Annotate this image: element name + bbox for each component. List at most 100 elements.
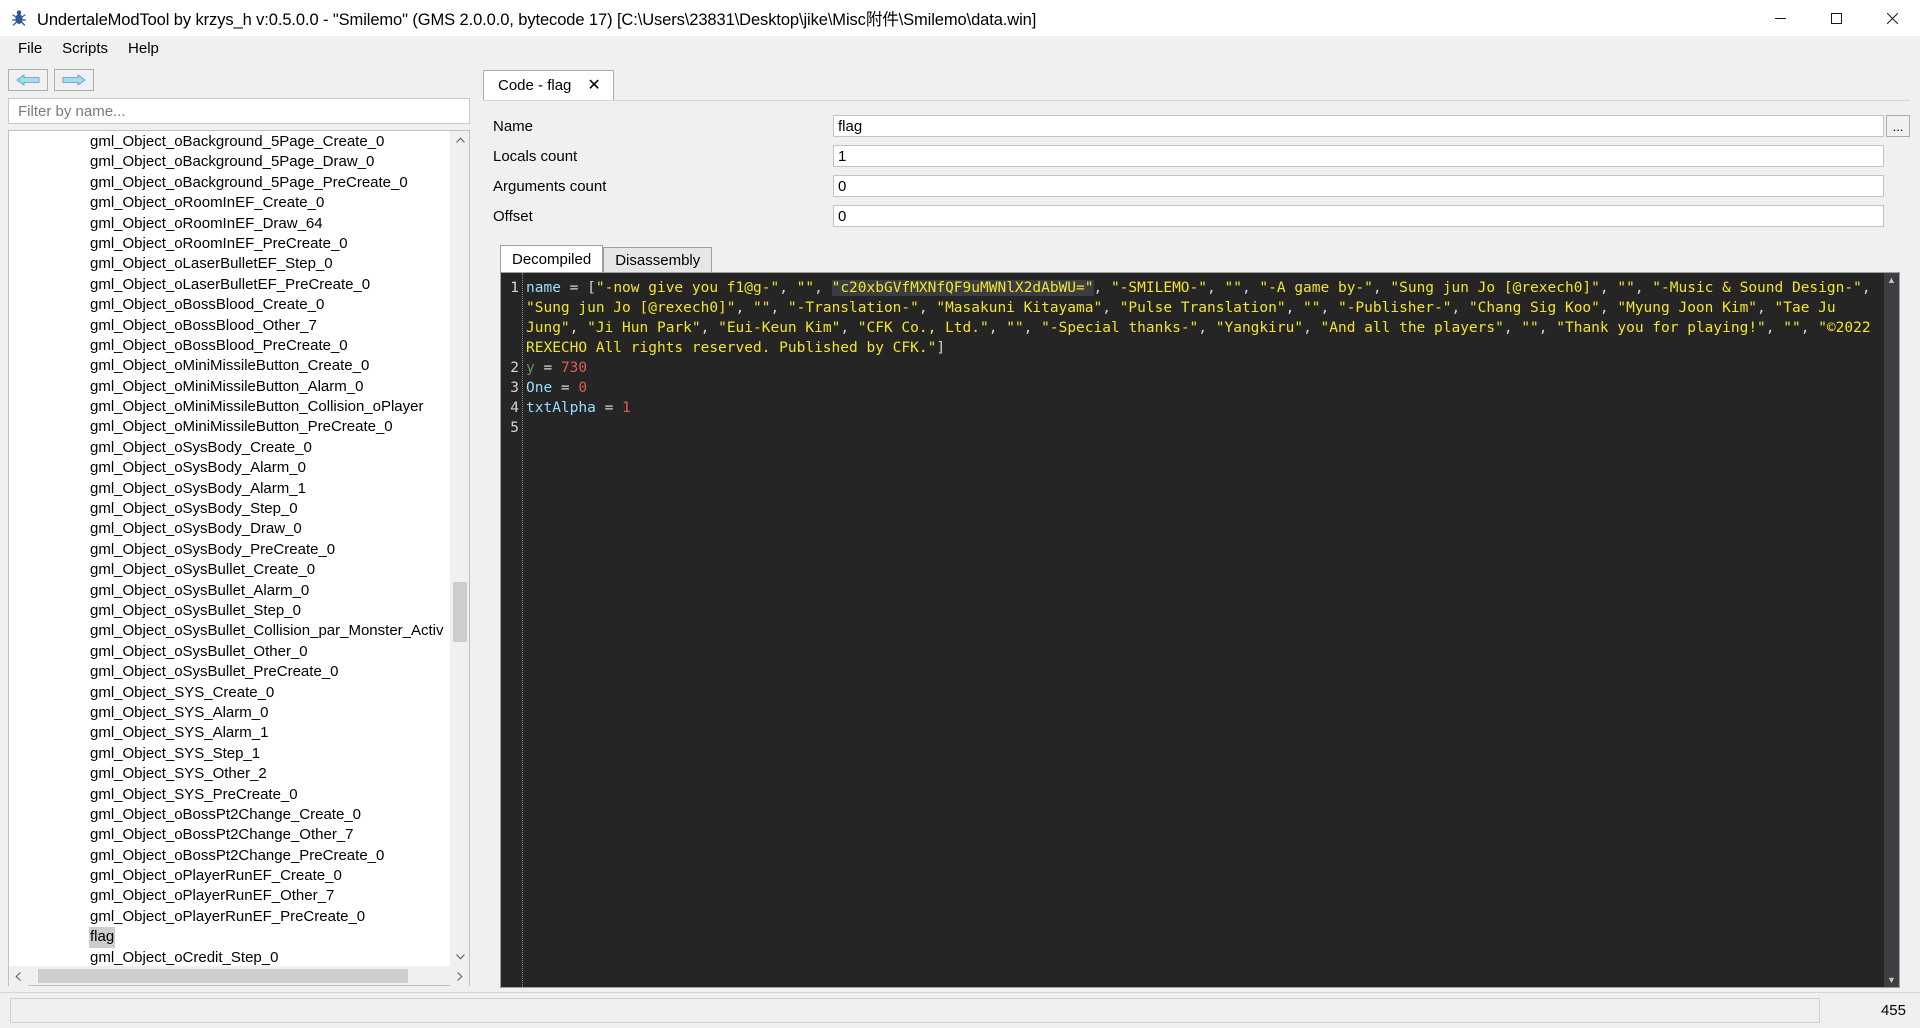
forward-button[interactable] xyxy=(54,69,94,91)
maximize-button[interactable] xyxy=(1808,0,1864,36)
document-tab-code-flag[interactable]: Code - flag ✕ xyxy=(483,70,614,100)
list-item[interactable]: gml_Object_oMiniMissileButton_Alarm_0 xyxy=(9,377,450,397)
list-item-label: gml_Object_oCredit_Step_0 xyxy=(90,948,279,966)
list-item[interactable]: gml_Object_oBossPt2Change_Create_0 xyxy=(9,805,450,825)
list-item-label: gml_Object_oBackground_5Page_Draw_0 xyxy=(90,153,375,171)
list-item[interactable]: gml_Object_oSysBody_PreCreate_0 xyxy=(9,540,450,560)
menu-scripts[interactable]: Scripts xyxy=(52,37,118,61)
close-button[interactable] xyxy=(1864,0,1920,36)
scroll-right-icon[interactable] xyxy=(450,967,469,986)
list-item[interactable]: gml_Object_oLaserBulletEF_PreCreate_0 xyxy=(9,275,450,295)
list-item[interactable]: gml_Object_oPlayerRunEF_Other_7 xyxy=(9,886,450,906)
scroll-down-icon[interactable] xyxy=(451,947,469,966)
vertical-scroll-thumb[interactable] xyxy=(453,582,467,642)
list-item[interactable]: gml_Object_oSysBody_Draw_0 xyxy=(9,519,450,539)
window-controls xyxy=(1752,0,1920,36)
list-item[interactable]: gml_Object_SYS_Alarm_1 xyxy=(9,723,450,743)
resource-list: gml_Object_oBackground_5Page_Create_0 gml… xyxy=(8,130,470,986)
form-input-name[interactable]: flag xyxy=(833,115,1884,137)
list-item[interactable]: gml_Object_SYS_PreCreate_0 xyxy=(9,785,450,805)
list-item[interactable]: gml_Object_oBackground_5Page_Create_0 xyxy=(9,132,450,152)
browse-button[interactable]: ... xyxy=(1886,115,1910,137)
code-token: y xyxy=(526,360,535,376)
list-item[interactable]: gml_Object_oBossPt2Change_Other_7 xyxy=(9,825,450,845)
filter-by-name-input[interactable] xyxy=(16,101,462,121)
list-item[interactable]: gml_Object_oMiniMissileButton_Create_0 xyxy=(9,356,450,376)
form-label: Offset xyxy=(493,207,533,225)
back-button[interactable] xyxy=(8,69,48,91)
list-item[interactable]: gml_Object_oSysBody_Create_0 xyxy=(9,438,450,458)
list-item[interactable]: gml_Object_oSysBody_Alarm_0 xyxy=(9,458,450,478)
code-token: , xyxy=(918,300,937,316)
code-scroll-up-icon[interactable]: ▲ xyxy=(1884,273,1899,287)
list-item[interactable]: gml_Object_oRoomInEF_PreCreate_0 xyxy=(9,234,450,254)
list-item[interactable]: gml_Object_oSysBullet_PreCreate_0 xyxy=(9,662,450,682)
list-item[interactable]: gml_Object_oBossBlood_PreCreate_0 xyxy=(9,336,450,356)
code-token: , xyxy=(1023,320,1042,336)
code-token: "Yangkiru" xyxy=(1215,320,1304,336)
close-icon[interactable]: ✕ xyxy=(585,77,602,93)
list-item[interactable]: gml_Object_SYS_Step_1 xyxy=(9,744,450,764)
minimize-button[interactable] xyxy=(1752,0,1808,36)
code-vertical-scrollbar[interactable]: ▲ ▼ xyxy=(1884,273,1899,987)
menu-help[interactable]: Help xyxy=(118,37,169,61)
list-item[interactable]: gml_Object_oSysBody_Step_0 xyxy=(9,499,450,519)
code-token: , xyxy=(1285,300,1304,316)
list-item-label: gml_Object_oBossPt2Change_Create_0 xyxy=(90,805,362,823)
form-input-offset[interactable]: 0 xyxy=(833,205,1884,227)
list-item-label: gml_Object_oPlayerRunEF_Create_0 xyxy=(90,867,342,885)
document-tab-strip: Code - flag ✕ xyxy=(483,68,1910,100)
list-item[interactable]: gml_Object_oPlayerRunEF_PreCreate_0 xyxy=(9,907,450,927)
list-item[interactable]: gml_Object_oBossBlood_Create_0 xyxy=(9,295,450,315)
code-token: , xyxy=(1451,300,1469,316)
resource-list-vertical-scrollbar[interactable] xyxy=(450,131,469,966)
resource-list-horizontal-scrollbar[interactable] xyxy=(9,966,469,986)
list-item[interactable]: gml_Object_SYS_Other_2 xyxy=(9,764,450,784)
code-token: , xyxy=(1503,320,1522,336)
list-item[interactable]: gml_Object_oSysBullet_Create_0 xyxy=(9,560,450,580)
list-item[interactable]: gml_Object_oBossPt2Change_PreCreate_0 xyxy=(9,846,450,866)
tab-disassembly[interactable]: Disassembly xyxy=(603,247,713,272)
list-item[interactable]: gml_Object_oBackground_5Page_PreCreate_0 xyxy=(9,173,450,193)
list-item-label: gml_Object_oLaserBulletEF_PreCreate_0 xyxy=(90,275,371,293)
list-item[interactable]: gml_Object_SYS_Alarm_0 xyxy=(9,703,450,723)
list-item[interactable]: gml_Object_oSysBody_Alarm_1 xyxy=(9,479,450,499)
scroll-left-icon[interactable] xyxy=(9,967,28,986)
list-item[interactable]: gml_Object_oLaserBulletEF_Step_0 xyxy=(9,254,450,274)
code-token: , xyxy=(1599,280,1618,296)
menu-file[interactable]: File xyxy=(8,37,52,61)
form-input-locals-count[interactable]: 1 xyxy=(833,145,1884,167)
list-item[interactable]: flag xyxy=(9,927,450,948)
code-token: , xyxy=(770,300,788,316)
code-token: , xyxy=(1800,320,1819,336)
list-item[interactable]: gml_Object_oSysBullet_Alarm_0 xyxy=(9,581,450,601)
list-item[interactable]: gml_Object_oRoomInEF_Create_0 xyxy=(9,193,450,213)
code-scroll-down-icon[interactable]: ▼ xyxy=(1884,973,1899,987)
list-item[interactable]: gml_Object_oSysBullet_Other_0 xyxy=(9,642,450,662)
list-item[interactable]: gml_Object_oMiniMissileButton_Collision_… xyxy=(9,397,450,417)
list-item-label: gml_Object_oMiniMissileButton_Create_0 xyxy=(90,357,370,375)
tab-decompiled[interactable]: Decompiled xyxy=(500,245,604,272)
horizontal-scroll-thumb[interactable] xyxy=(38,969,408,983)
source-code-text[interactable]: name = ["-now give you f1@g-", "", "c20x… xyxy=(523,273,1884,987)
horizontal-scroll-track[interactable] xyxy=(28,967,450,985)
filter-input-wrapper[interactable] xyxy=(8,98,470,124)
list-item[interactable]: gml_Object_SYS_Create_0 xyxy=(9,683,450,703)
list-item[interactable]: gml_Object_oBossBlood_Other_7 xyxy=(9,316,450,336)
list-item[interactable]: gml_Object_oRoomInEF_Draw_64 xyxy=(9,214,450,234)
code-text-area[interactable]: 1 2 3 4 5 name = ["-now give you f1@g-", "",… xyxy=(500,272,1900,988)
scroll-up-icon[interactable] xyxy=(451,131,469,150)
list-item[interactable]: gml_Object_oMiniMissileButton_PreCreate_… xyxy=(9,417,450,437)
resource-list-items[interactable]: gml_Object_oBackground_5Page_Create_0 gml… xyxy=(9,131,450,966)
title-bar: UndertaleModTool by krzys_h v:0.5.0.0 - … xyxy=(0,0,1920,36)
list-item[interactable]: gml_Object_oBackground_5Page_Draw_0 xyxy=(9,152,450,172)
list-item[interactable]: gml_Object_oSysBullet_Collision_par_Mons… xyxy=(9,621,450,641)
vertical-scroll-track[interactable] xyxy=(451,150,469,947)
list-item[interactable]: gml_Object_oSysBullet_Step_0 xyxy=(9,601,450,621)
code-token: "" xyxy=(1006,320,1024,336)
list-item[interactable]: gml_Object_oCredit_Step_0 xyxy=(9,948,450,966)
form-input-arguments-count[interactable]: 0 xyxy=(833,175,1884,197)
code-token: , xyxy=(1303,320,1321,336)
code-scroll-track[interactable] xyxy=(1884,287,1899,973)
list-item[interactable]: gml_Object_oPlayerRunEF_Create_0 xyxy=(9,866,450,886)
